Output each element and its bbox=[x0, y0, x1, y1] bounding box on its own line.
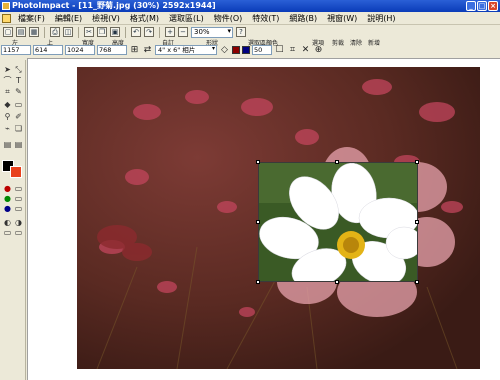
menu-selection[interactable]: 選取區(L) bbox=[164, 12, 209, 25]
open-icon[interactable]: ▤ bbox=[16, 27, 26, 37]
layer-icon[interactable]: ▤ bbox=[14, 140, 23, 149]
toolbar-divider bbox=[125, 26, 126, 38]
opacity-input[interactable]: 50 bbox=[252, 45, 272, 55]
minimize-button[interactable]: _ bbox=[466, 1, 476, 11]
menu-window[interactable]: 視窗(W) bbox=[322, 12, 362, 25]
zoom-tool-icon[interactable]: ⚲ bbox=[3, 112, 12, 121]
handle-right[interactable] bbox=[415, 220, 419, 224]
crop-tool-icon[interactable]: ⌗ bbox=[3, 87, 12, 96]
menu-web[interactable]: 網路(B) bbox=[284, 12, 322, 25]
blue-dot-icon[interactable]: ● bbox=[3, 204, 12, 213]
brush-tool-icon[interactable]: ✎ bbox=[14, 87, 23, 96]
zoom-level-select[interactable]: 30% bbox=[191, 26, 233, 38]
marquee-bg-swatch[interactable] bbox=[242, 46, 250, 54]
handle-top-left[interactable] bbox=[256, 160, 260, 164]
handle-left[interactable] bbox=[256, 220, 260, 224]
menu-edit[interactable]: 編輯(E) bbox=[50, 12, 87, 25]
menu-view[interactable]: 檢視(V) bbox=[87, 12, 125, 25]
palette-icon[interactable]: ▭ bbox=[14, 204, 23, 213]
handle-top[interactable] bbox=[335, 160, 339, 164]
layer-icon[interactable]: ▤ bbox=[3, 140, 12, 149]
print-icon[interactable]: ⎙ bbox=[50, 27, 60, 37]
title-bar: PhotoImpact - [11_野菊.jpg (30%) 2592x1944… bbox=[0, 0, 500, 12]
document-icon bbox=[2, 13, 11, 23]
palette-icon[interactable]: ▭ bbox=[14, 194, 23, 203]
top-input[interactable]: 614 bbox=[33, 45, 63, 55]
paste-icon[interactable]: ▣ bbox=[110, 27, 120, 37]
toolbar-divider bbox=[44, 26, 45, 38]
copy-icon[interactable]: ❐ bbox=[97, 27, 107, 37]
menu-effect[interactable]: 特效(T) bbox=[247, 12, 284, 25]
new-selection-icon[interactable]: ⊕ bbox=[313, 45, 324, 56]
handle-top-right[interactable] bbox=[415, 160, 419, 164]
attribute-toolbar: 1157 614 1024 768 ⊞ ⇄ 4" x 6" 相片 ◇ 50 ☐ … bbox=[0, 44, 500, 56]
standard-toolbar: ▢ ▤ ▦ ⎙ ◫ ✂ ❐ ▣ ↶ ↷ + − 30% ? bbox=[0, 25, 500, 39]
options-icon[interactable]: ☐ bbox=[274, 45, 285, 56]
width-input[interactable]: 1024 bbox=[65, 45, 95, 55]
undo-icon[interactable]: ↶ bbox=[131, 27, 141, 37]
preview-icon[interactable]: ◫ bbox=[63, 27, 73, 37]
redo-icon[interactable]: ↷ bbox=[144, 27, 154, 37]
white-flower-image bbox=[259, 163, 417, 281]
tool-palette: ➤ ⤡ ⌒ T ⌗ ✎ ◆ ▭ ⚲ ✐ ⌁ ❏ ▤ ▤ ● ▭ ● ▭ ● ▭ … bbox=[0, 60, 26, 380]
lock-aspect-icon[interactable]: ⊞ bbox=[129, 45, 140, 56]
toolbar-divider bbox=[159, 26, 160, 38]
transform-tool-icon[interactable]: ⤡ bbox=[14, 65, 23, 74]
view-icon[interactable]: ▭ bbox=[14, 228, 23, 237]
save-icon[interactable]: ▦ bbox=[29, 27, 39, 37]
height-input[interactable]: 768 bbox=[97, 45, 127, 55]
clone-tool-icon[interactable]: ❏ bbox=[14, 124, 23, 133]
lasso-tool-icon[interactable]: ⌒ bbox=[3, 76, 12, 85]
toolbar-divider bbox=[78, 26, 79, 38]
crop-icon[interactable]: ⌗ bbox=[287, 45, 298, 56]
swap-orientation-icon[interactable]: ⇄ bbox=[142, 45, 153, 56]
red-dot-icon[interactable]: ● bbox=[3, 184, 12, 193]
menu-file[interactable]: 檔案(F) bbox=[13, 12, 50, 25]
left-input[interactable]: 1157 bbox=[1, 45, 31, 55]
palette-icon[interactable]: ▭ bbox=[14, 184, 23, 193]
shape-icon[interactable]: ◇ bbox=[219, 45, 230, 56]
new-icon[interactable]: ▢ bbox=[3, 27, 13, 37]
text-tool-icon[interactable]: T bbox=[14, 76, 23, 85]
maximize-button[interactable]: □ bbox=[477, 1, 487, 11]
window-title: PhotoImpact - [11_野菊.jpg (30%) 2592x1944… bbox=[12, 1, 216, 10]
size-preset-select[interactable]: 4" x 6" 相片 bbox=[155, 45, 217, 55]
clear-icon[interactable]: ✕ bbox=[300, 45, 311, 56]
pick-tool-icon[interactable]: ➤ bbox=[3, 65, 12, 74]
menu-bar: 檔案(F) 編輯(E) 檢視(V) 格式(M) 選取區(L) 物件(O) 特效(… bbox=[0, 12, 500, 25]
eraser-tool-icon[interactable]: ▭ bbox=[14, 100, 23, 109]
mask-icon[interactable]: ◐ bbox=[3, 218, 12, 227]
help-icon[interactable]: ? bbox=[236, 27, 246, 37]
green-dot-icon[interactable]: ● bbox=[3, 194, 12, 203]
handle-bottom-left[interactable] bbox=[256, 280, 260, 284]
cut-icon[interactable]: ✂ bbox=[84, 27, 94, 37]
selection-marquee[interactable] bbox=[258, 162, 418, 282]
app-icon bbox=[2, 2, 10, 10]
marquee-color-swatch[interactable] bbox=[232, 46, 240, 54]
zoom-in-icon[interactable]: + bbox=[165, 27, 175, 37]
menu-help[interactable]: 說明(H) bbox=[362, 12, 400, 25]
fill-tool-icon[interactable]: ◆ bbox=[3, 100, 12, 109]
menu-object[interactable]: 物件(O) bbox=[209, 12, 248, 25]
mask-icon[interactable]: ◑ bbox=[14, 218, 23, 227]
background-color-swatch[interactable] bbox=[10, 166, 22, 178]
path-tool-icon[interactable]: ⌁ bbox=[3, 124, 12, 133]
menu-format[interactable]: 格式(M) bbox=[125, 12, 164, 25]
view-icon[interactable]: ▭ bbox=[3, 228, 12, 237]
eyedropper-tool-icon[interactable]: ✐ bbox=[14, 112, 23, 121]
zoom-out-icon[interactable]: − bbox=[178, 27, 188, 37]
close-button[interactable]: × bbox=[488, 1, 498, 11]
handle-bottom-right[interactable] bbox=[415, 280, 419, 284]
handle-bottom[interactable] bbox=[335, 280, 339, 284]
